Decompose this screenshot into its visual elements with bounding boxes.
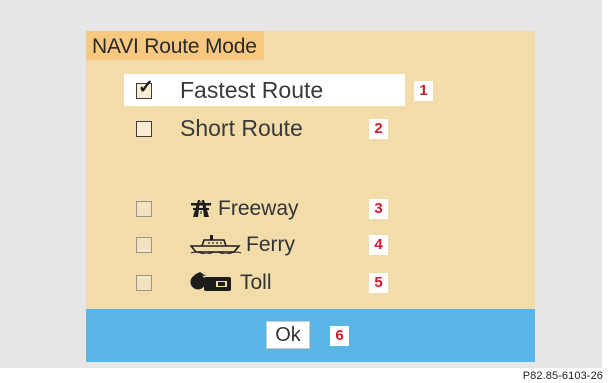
option-ferry[interactable]: Ferry — [86, 229, 366, 259]
ferry-label: Ferry — [246, 233, 295, 256]
checkmark-icon: ✓ — [138, 77, 154, 98]
fastest-route-checkbox[interactable]: ✓ — [136, 78, 154, 99]
toll-icon — [190, 272, 231, 291]
ferry-icon — [190, 235, 242, 254]
callout-badge-1: 1 — [414, 81, 433, 101]
dialog-title: NAVI Route Mode — [86, 31, 264, 60]
ok-button[interactable]: Ok — [266, 321, 310, 349]
freeway-icon — [191, 200, 211, 217]
option-freeway[interactable]: Freeway — [86, 193, 366, 223]
callout-badge-2: 2 — [369, 119, 388, 139]
callout-badge-4: 4 — [369, 235, 388, 255]
callout-badge-3: 3 — [369, 199, 388, 219]
freeway-checkbox[interactable] — [136, 201, 152, 217]
freeway-label: Freeway — [218, 197, 299, 220]
option-toll[interactable]: Toll — [86, 267, 366, 297]
fastest-route-label: Fastest Route — [180, 77, 324, 103]
toll-checkbox[interactable] — [136, 275, 152, 291]
toll-label: Toll — [240, 271, 272, 294]
option-short-route[interactable]: Short Route — [86, 113, 386, 143]
ferry-checkbox[interactable] — [136, 237, 152, 253]
callout-badge-5: 5 — [369, 273, 388, 293]
route-mode-dialog: NAVI Route Mode ✓ Fastest Route 1 Short … — [86, 31, 535, 362]
option-fastest-route[interactable]: ✓ Fastest Route — [86, 75, 426, 105]
figure-frame: NAVI Route Mode ✓ Fastest Route 1 Short … — [0, 0, 602, 368]
callout-badge-6: 6 — [330, 326, 349, 346]
dialog-footer: Ok 6 — [86, 309, 535, 362]
short-route-label: Short Route — [180, 115, 303, 141]
figure-reference-code: P82.85-6103-26 — [522, 370, 603, 382]
short-route-checkbox[interactable] — [136, 121, 152, 137]
